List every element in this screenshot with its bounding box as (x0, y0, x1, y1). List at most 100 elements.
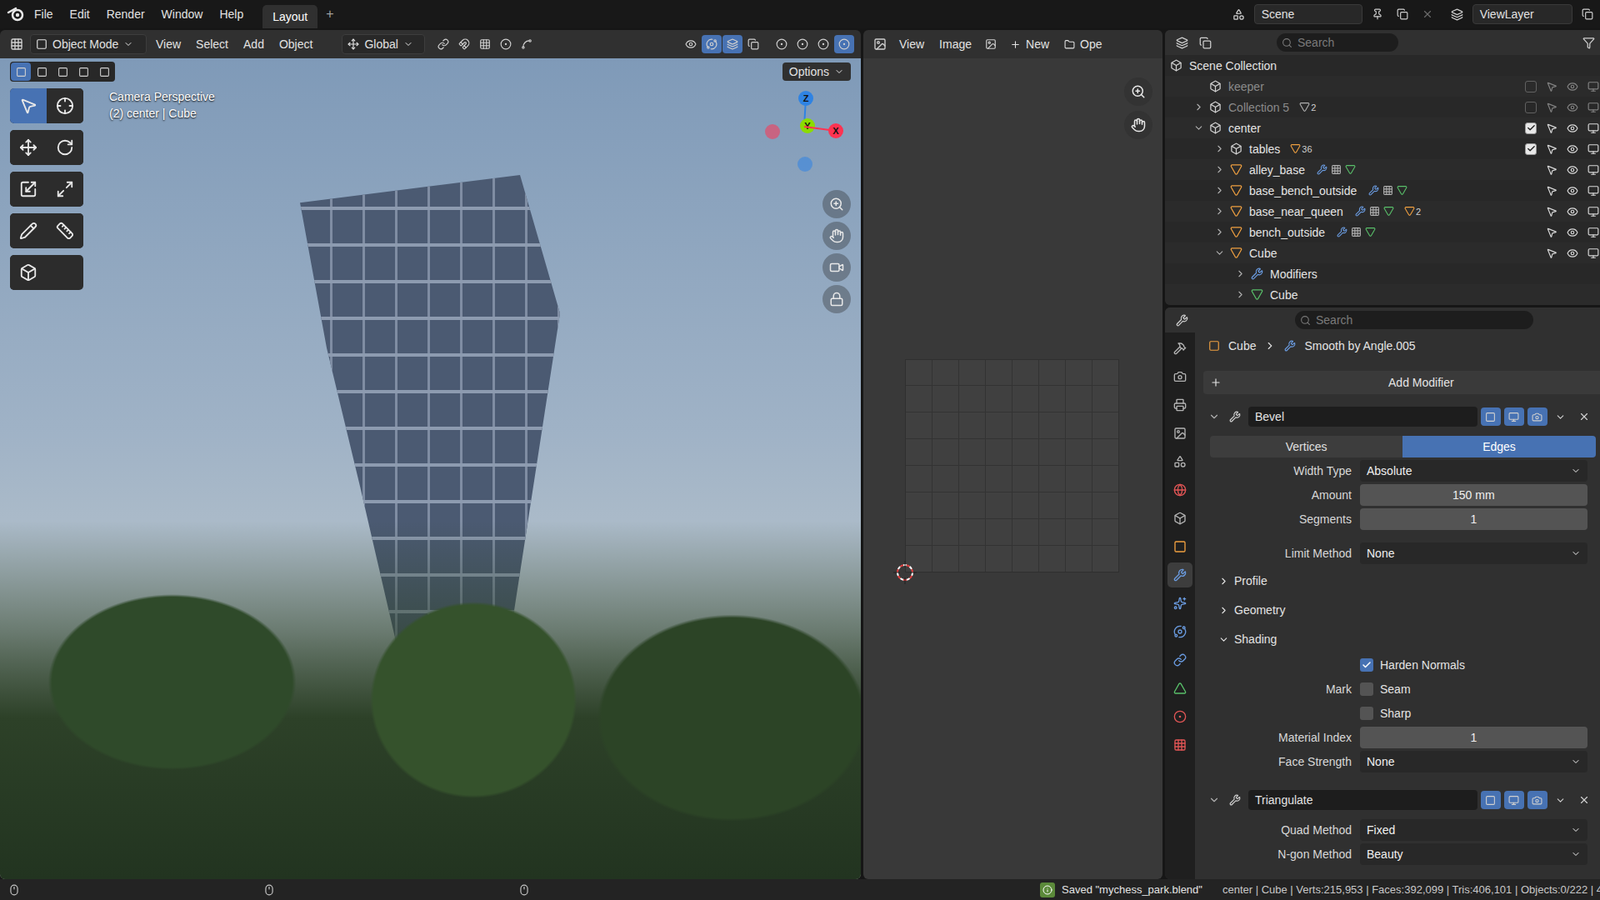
outliner-row[interactable]: bench_outside (1165, 221, 1600, 243)
open-image-button[interactable]: Ope (1058, 34, 1108, 55)
selectable-toggle[interactable] (1544, 203, 1560, 220)
tool-button[interactable] (46, 171, 84, 207)
viewport-toggle[interactable] (1585, 161, 1600, 178)
display-mode-button[interactable] (1195, 33, 1215, 52)
selectable-toggle[interactable] (1544, 182, 1560, 199)
checkbox-field[interactable]: Sharp (1360, 706, 1588, 720)
expand-toggle[interactable] (1211, 162, 1227, 178)
modifier-name[interactable]: Bevel (1248, 406, 1478, 427)
expand-toggle[interactable] (1190, 100, 1206, 115)
properties-search[interactable]: Search (1295, 310, 1534, 330)
exclude-toggle[interactable] (1523, 161, 1540, 178)
tool-button[interactable] (10, 171, 47, 207)
dropdown-field[interactable]: Absolute (1360, 460, 1588, 482)
header-menu[interactable]: View (893, 34, 930, 55)
tool-button[interactable] (46, 88, 84, 124)
modifier-toggle[interactable] (1527, 407, 1548, 426)
exclude-toggle[interactable] (1523, 140, 1540, 157)
checkbox[interactable] (1360, 658, 1374, 672)
exclude-toggle[interactable] (1523, 245, 1540, 261)
filter-button[interactable] (1579, 33, 1600, 52)
blender-logo-icon[interactable] (6, 5, 25, 24)
outliner-row[interactable]: base_bench_outside (1165, 180, 1600, 201)
viewport-toggle[interactable] (1585, 182, 1600, 199)
pin-scene[interactable] (1367, 5, 1388, 24)
select-mode-button[interactable] (52, 62, 73, 81)
checkbox[interactable] (1360, 682, 1374, 696)
header-menu[interactable]: Select (190, 34, 235, 55)
tool-button[interactable] (46, 213, 84, 249)
modifier-name[interactable]: Triangulate (1248, 790, 1478, 810)
exclude-toggle[interactable] (1523, 182, 1540, 199)
top-menu[interactable]: Help (211, 3, 251, 25)
snap-button[interactable] (454, 35, 475, 54)
visibility-toggle[interactable] (1565, 120, 1581, 136)
expand-toggle[interactable] (1211, 245, 1227, 261)
select-mode-button[interactable] (73, 62, 94, 81)
expand-toggle[interactable] (1211, 225, 1227, 240)
subpanel-header[interactable]: Shading (1210, 626, 1600, 652)
expand-toggle[interactable] (1211, 204, 1227, 220)
shading-mode-button[interactable] (834, 35, 855, 54)
properties-tab[interactable] (1167, 619, 1193, 645)
expand-toggle[interactable] (1211, 141, 1227, 157)
viewport-canvas[interactable]: OptionsCamera Perspective(2) center | Cu… (0, 58, 861, 880)
outliner-row[interactable]: Cube (1165, 242, 1600, 264)
tool-button[interactable] (46, 130, 84, 165)
exclude-checkbox[interactable] (1525, 143, 1537, 155)
modifier-menu[interactable] (1550, 407, 1571, 426)
header-menu[interactable]: View (150, 34, 187, 55)
expand-toggle[interactable] (1232, 287, 1248, 303)
properties-tab[interactable] (1167, 364, 1193, 390)
new-scene[interactable] (1392, 5, 1413, 24)
camera-view-button[interactable] (822, 253, 851, 282)
outliner-row[interactable]: Scene Collection (1165, 55, 1600, 76)
modifier-menu[interactable] (1550, 790, 1571, 810)
snap-target-button[interactable] (475, 35, 495, 54)
scene-field[interactable]: Scene (1254, 4, 1363, 25)
visibility-toggle[interactable] (1565, 78, 1581, 95)
drag-handle[interactable] (1597, 790, 1600, 810)
pivot-button[interactable] (433, 35, 454, 54)
lock-button[interactable] (822, 285, 851, 314)
modifier-header[interactable]: Triangulate (1203, 787, 1600, 813)
header-menu[interactable]: Add (237, 34, 270, 55)
view-layer-browse[interactable] (1447, 5, 1468, 24)
scene-browse[interactable] (1229, 5, 1250, 24)
remove-modifier[interactable] (1574, 790, 1595, 810)
3d-viewport[interactable]: Object ModeViewSelectAddObjectGlobalOpti… (0, 30, 861, 880)
viewport-toggle[interactable] (1585, 120, 1600, 136)
properties-tab[interactable] (1167, 420, 1193, 446)
properties-tab[interactable] (1167, 335, 1193, 361)
modifier-toggle[interactable] (1504, 790, 1525, 810)
header-menu[interactable]: Image (933, 34, 978, 55)
properties-tab[interactable] (1167, 392, 1193, 418)
exclude-checkbox[interactable] (1525, 80, 1537, 93)
header-menu[interactable]: Object (273, 34, 319, 55)
viewport-toggle[interactable] (1585, 203, 1600, 220)
exclude-toggle[interactable] (1523, 203, 1540, 220)
selectable-toggle[interactable] (1544, 99, 1560, 115)
shading-mode-button[interactable] (771, 35, 792, 54)
visibility-toggle[interactable] (1565, 182, 1581, 199)
modifier-header[interactable]: Bevel (1203, 404, 1600, 430)
dropdown-field[interactable]: Beauty (1360, 843, 1588, 865)
subpanel-header[interactable]: Profile (1210, 568, 1600, 594)
add-workspace-button[interactable]: + (319, 5, 340, 24)
properties-tab[interactable] (1167, 675, 1193, 701)
modifier-toggle[interactable] (1480, 407, 1501, 426)
gizmo-axis[interactable]: X (804, 123, 844, 139)
editor-type-button[interactable] (870, 35, 890, 54)
properties-tab[interactable] (1167, 732, 1193, 758)
editor-type-button[interactable] (1171, 33, 1192, 52)
top-menu[interactable]: Window (154, 3, 211, 25)
outliner-row[interactable]: tables36 (1165, 138, 1600, 160)
workspace-tab[interactable]: Layout (262, 5, 318, 29)
modifier-toggle[interactable] (1504, 407, 1525, 426)
checkbox-field[interactable]: Seam (1360, 682, 1588, 696)
image-canvas[interactable] (863, 58, 1163, 880)
expand-toggle[interactable] (1206, 409, 1222, 425)
number-field[interactable]: 1 (1360, 508, 1588, 530)
outliner-row[interactable]: base_near_queen2 (1165, 200, 1600, 222)
dropdown-field[interactable]: None (1360, 750, 1588, 773)
